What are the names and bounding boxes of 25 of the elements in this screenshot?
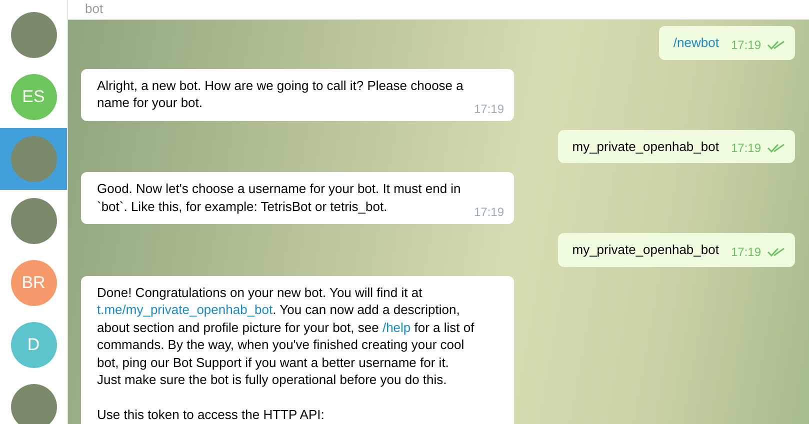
message-time: 17:19: [730, 38, 761, 52]
avatar-initials: D: [10, 322, 56, 368]
message-time: 17:19: [730, 244, 761, 258]
message-text: my_private_openhab_bot: [572, 138, 719, 155]
message-text: my_private_openhab_bot: [572, 241, 719, 258]
message-text: Done! Congratulations on your new bot. You will find it at t.me/my_private_openhab_bot. You can now add a description, about section and profile picture for your bot, see /help for a list of commands. By the way, when you've finished creating your cool bot, ping our Bot Support if you want a better username for it. Just make sure the bot is fully operational before you do this.: [97, 284, 475, 388]
message-text: Use this token to access the HTTP API:: [97, 406, 326, 424]
avatar-photo-placeholder: [10, 384, 56, 424]
chat-list-item[interactable]: BR: [0, 252, 67, 314]
chat-list-item[interactable]: ES: [0, 66, 67, 128]
message-link[interactable]: t.me/my_private_openhab_bot: [97, 302, 273, 317]
avatar-initials: ES: [10, 74, 56, 120]
avatar-photo-placeholder: [10, 12, 56, 58]
chat-subtitle: bot: [85, 2, 104, 16]
message-time: 17:19: [474, 102, 504, 116]
avatar-photo-placeholder: [10, 198, 56, 244]
message-link[interactable]: /help: [382, 320, 411, 334]
message-link[interactable]: /newbot: [673, 35, 719, 50]
message-time: 17:19: [730, 141, 761, 155]
avatar-initials: BR: [10, 260, 56, 306]
message-text: Good. Now let's choose a username for your bot. It must end in `bot`. Like this, for example: TetrisBot or tetris_bot.: [97, 180, 462, 215]
message-text: Alright, a new bot. How are we going to call it? Please choose a name for your bot.: [97, 76, 464, 112]
message-time: 17:19: [474, 205, 504, 219]
chat-list-item[interactable]: D: [0, 314, 67, 376]
avatar-photo-placeholder: [10, 136, 56, 182]
